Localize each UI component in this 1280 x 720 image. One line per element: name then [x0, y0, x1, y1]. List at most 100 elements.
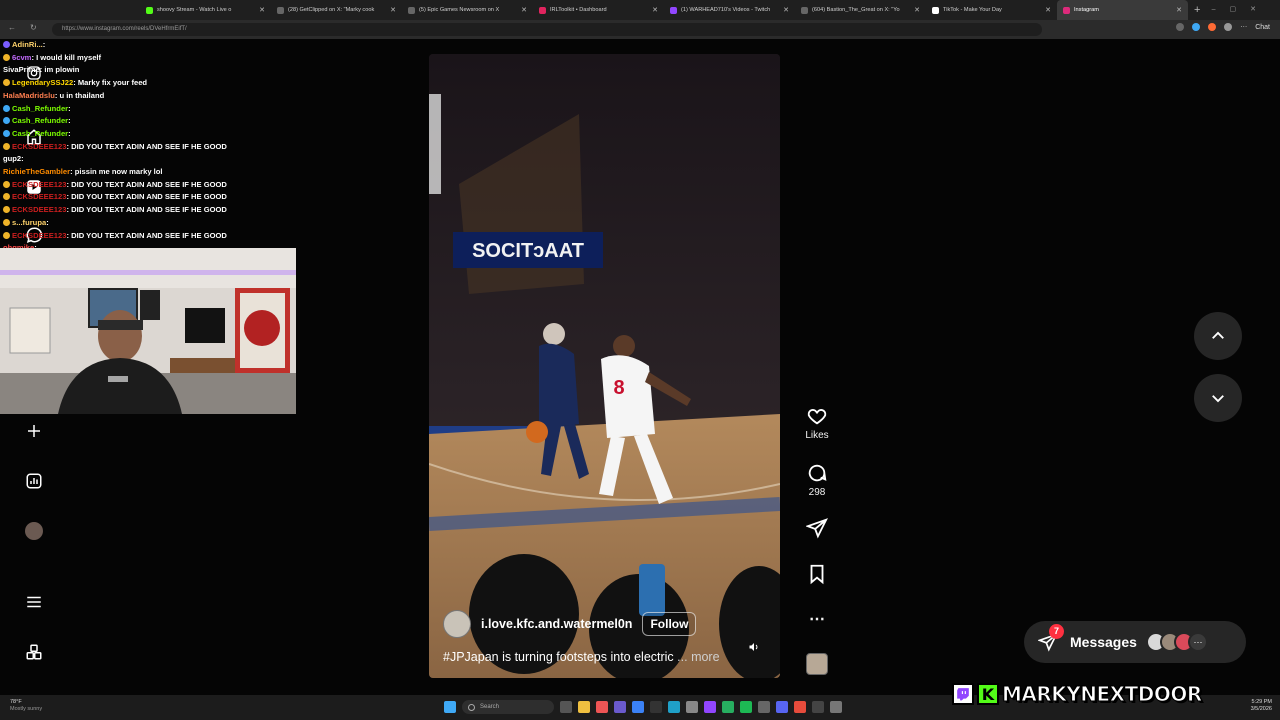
tab-close-icon[interactable]: ✕	[783, 6, 789, 14]
file-explorer-icon[interactable]	[578, 701, 590, 713]
app-icon[interactable]	[632, 701, 644, 713]
tab-close-icon[interactable]: ✕	[1045, 6, 1051, 14]
taskbar-pinned-apps: Search	[444, 700, 842, 714]
volume-icon[interactable]	[748, 640, 760, 658]
tab-favicon-icon	[146, 6, 153, 14]
new-tab-icon[interactable]: +	[1194, 4, 1200, 16]
settings-icon[interactable]	[830, 701, 842, 713]
like-button[interactable]: Likes	[800, 405, 834, 441]
app-icon[interactable]	[704, 701, 716, 713]
discord-icon[interactable]	[776, 701, 788, 713]
reload-icon[interactable]: ↻	[30, 23, 37, 32]
chat-separator: :	[21, 154, 24, 164]
create-icon[interactable]	[22, 419, 46, 443]
system-tray-clock[interactable]: 5:29 PM 3/5/2026	[1251, 699, 1272, 713]
tab-close-icon[interactable]: ✕	[521, 6, 527, 14]
message-avatars: ⋯	[1146, 632, 1208, 652]
edge-icon[interactable]	[668, 701, 680, 713]
app-icon[interactable]	[596, 701, 608, 713]
profile-avatar[interactable]	[1224, 23, 1233, 31]
chat-text: I would kill myself	[36, 52, 102, 62]
chat-text: im plowin	[44, 65, 80, 75]
app-icon[interactable]	[722, 701, 734, 713]
tab-close-icon[interactable]: ✕	[390, 6, 396, 14]
tab-close-icon[interactable]: ✕	[1176, 6, 1182, 14]
browser-tab[interactable]: (28) GetClipped on X: "Marky cook ✕	[271, 0, 402, 20]
comment-button[interactable]: 298	[800, 462, 834, 498]
reel-caption: #JPJapan is turning footsteps into elect…	[443, 650, 720, 664]
twitch-logo-icon	[952, 683, 974, 705]
tab-close-icon[interactable]: ✕	[914, 6, 920, 14]
tab-title: (5) Epic Games Newsroom on X	[419, 7, 500, 13]
author-username[interactable]: i.love.kfc.and.watermel0n	[481, 617, 632, 631]
browser-tab[interactable]: (5) Epic Games Newsroom on X ✕	[402, 0, 533, 20]
menu-icon[interactable]: ⋯	[1240, 23, 1247, 31]
app-icon[interactable]	[614, 701, 626, 713]
tab-favicon-icon	[670, 6, 677, 14]
browser-tab[interactable]: (604) Bastion_The_Great on X: "Yo ✕	[795, 0, 926, 20]
next-reel-button[interactable]	[1194, 374, 1242, 422]
chat-separator: :	[46, 217, 49, 227]
app-icon[interactable]	[758, 701, 770, 713]
app-icon[interactable]	[794, 701, 806, 713]
tab-favicon-icon	[932, 6, 939, 14]
reel-video[interactable]: SOCITɔAAT 8 i.love.kfc.and.watermel0n Fo…	[429, 54, 780, 678]
app-icon[interactable]	[812, 701, 824, 713]
comment-icon	[808, 464, 827, 482]
copilot-chat-button[interactable]: Chat	[1255, 24, 1270, 31]
profile-avatar[interactable]	[22, 519, 46, 543]
chat-username: Cash_Refunder	[12, 128, 69, 138]
share-button[interactable]	[800, 517, 834, 542]
tab-close-icon[interactable]: ✕	[259, 6, 265, 14]
previous-reel-button[interactable]	[1194, 312, 1242, 360]
chat-message: Cash_Refunder:	[3, 128, 300, 141]
url-field[interactable]: https://www.instagram.com/reels/DVeHfrmE…	[52, 23, 1042, 36]
author-avatar[interactable]	[443, 610, 471, 638]
tab-favicon-icon	[539, 6, 546, 14]
tab-title: IRLToolkit • Dashboard	[550, 7, 607, 13]
chat-badge-icon	[3, 193, 10, 201]
heart-icon	[807, 409, 827, 425]
tab-close-icon[interactable]: ✕	[652, 6, 658, 14]
caption-text: #JPJapan is turning footsteps into elect…	[443, 650, 674, 664]
chat-username: LegendarySSJ22	[12, 78, 74, 88]
extension-icon[interactable]	[1176, 23, 1185, 31]
extension-icon[interactable]	[1192, 23, 1201, 31]
more-options-icon[interactable]: ⋯	[800, 609, 834, 629]
also-from-meta-icon[interactable]	[22, 640, 46, 664]
audio-thumbnail[interactable]	[800, 653, 834, 678]
chat-message: SivaPrime: im plowin	[3, 64, 300, 77]
tab-list: shoovy Stream - Watch Live o ✕ (28) GetCli…	[140, 0, 1188, 20]
back-icon[interactable]: ←	[8, 23, 16, 32]
browser-tab[interactable]: IRLToolkit • Dashboard ✕	[533, 0, 664, 20]
browser-tab-strip: shoovy Stream - Watch Live o ✕ (28) GetCli…	[0, 0, 1280, 20]
chat-badge-icon	[3, 79, 10, 87]
browser-tab[interactable]: (1) WARHEAD710's Videos - Twitch ✕	[664, 0, 795, 20]
chat-text: DID YOU TEXT ADIN AND SEE IF HE GOOD	[71, 230, 227, 240]
chat-message: LegendarySSJ22: Marky fix your feed	[3, 77, 300, 90]
caption-more-link[interactable]: ... more	[677, 650, 719, 664]
chat-username: HalaMadridslu	[3, 90, 55, 100]
window-controls[interactable]: –▢✕	[1212, 5, 1270, 13]
task-view-icon[interactable]	[560, 701, 572, 713]
weather-widget[interactable]: 78°F Mostly sunny	[10, 699, 42, 713]
start-icon[interactable]	[444, 701, 456, 713]
save-button[interactable]	[800, 563, 834, 588]
browser-tab[interactable]: TikTok - Make Your Day ✕	[926, 0, 1057, 20]
dashboard-icon[interactable]	[22, 469, 46, 493]
extension-icon[interactable]	[1208, 23, 1217, 31]
browser-tab[interactable]: shoovy Stream - Watch Live o ✕	[140, 0, 271, 20]
follow-button[interactable]: Follow	[642, 612, 697, 636]
chat-message: HalaMadridslu: u in thailand	[3, 90, 300, 103]
more-menu-icon[interactable]	[22, 590, 46, 614]
likes-label: Likes	[805, 430, 829, 441]
taskbar-search[interactable]: Search	[462, 700, 554, 714]
app-icon[interactable]	[686, 701, 698, 713]
chat-text: DID YOU TEXT ADIN AND SEE IF HE GOOD	[71, 205, 227, 215]
terminal-icon[interactable]	[650, 701, 662, 713]
spotify-icon[interactable]	[740, 701, 752, 713]
chat-badge-icon	[3, 104, 10, 112]
weather-desc: Mostly sunny	[10, 706, 43, 712]
browser-tab[interactable]: Instagram ✕	[1057, 0, 1188, 20]
webcam-overlay	[0, 248, 296, 414]
